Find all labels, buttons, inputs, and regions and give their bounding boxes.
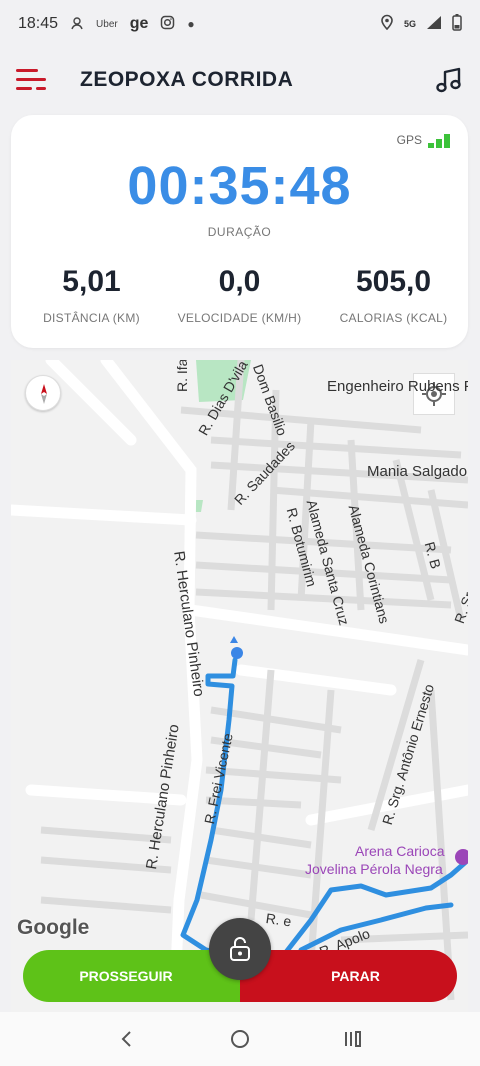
music-note-icon[interactable] <box>434 65 464 95</box>
speed-label: VELOCIDADE (KM/H) <box>177 311 302 325</box>
poi-label[interactable]: Jovelina Pérola Negra <box>305 860 443 878</box>
speed-metric: 0,0 VELOCIDADE (KM/H) <box>171 265 308 325</box>
recents-icon[interactable] <box>333 1019 373 1059</box>
place-label: Mania Salgado <box>367 463 468 480</box>
place-label: Engenheiro Rubens P <box>327 378 468 395</box>
distance-metric: 5,01 DISTÂNCIA (KM) <box>29 265 154 325</box>
calories-value: 505,0 <box>355 265 432 298</box>
street-label: R. e <box>264 910 293 930</box>
map-canvas <box>11 360 468 1001</box>
system-nav-bar <box>0 1012 480 1066</box>
notification-icon <box>70 16 84 33</box>
distance-label: DISTÂNCIA (KM) <box>43 311 140 325</box>
instagram-icon <box>160 15 175 33</box>
speed-value: 0,0 <box>218 265 261 298</box>
location-icon <box>380 14 394 34</box>
stats-card: GPS 00:35:48 DURAÇÃO 5,01 DISTÂNCIA (KM)… <box>11 115 468 348</box>
status-bar: 18:45 Uber ge ● 5G <box>0 0 480 48</box>
gps-signal-icon <box>428 134 450 148</box>
calories-metric: 505,0 CALORIAS (KCAL) <box>331 265 456 325</box>
calories-label: CALORIAS (KCAL) <box>339 311 448 325</box>
street-label: R. Ifa <box>174 360 190 392</box>
gps-indicator: GPS <box>397 133 450 148</box>
app-title: ZEOPOXA CORRIDA <box>80 68 294 91</box>
google-logo: Google <box>17 916 90 939</box>
duration-value: 00:35:48 <box>127 156 352 216</box>
battery-icon <box>452 13 462 35</box>
network-type-label: 5G <box>403 19 416 29</box>
stop-button[interactable]: PARAR <box>240 950 457 1002</box>
distance-value: 5,01 <box>62 265 121 298</box>
uber-notification-icon: Uber <box>96 18 118 30</box>
duration-label: DURAÇÃO <box>207 225 272 239</box>
route-map[interactable]: R. Ifa R. Dias D'vila Dom Basilio R. Sau… <box>11 360 468 1012</box>
hamburger-menu-icon[interactable] <box>16 66 48 94</box>
status-time: 18:45 <box>18 15 59 32</box>
ge-notification-icon: ge <box>129 15 149 32</box>
unlock-icon[interactable] <box>209 918 271 980</box>
compass-icon[interactable] <box>25 375 61 411</box>
home-circle-icon[interactable] <box>220 1019 260 1059</box>
more-notifications-icon: ● <box>187 17 195 31</box>
back-chevron-icon[interactable] <box>107 1019 147 1059</box>
app-bar: ZEOPOXA CORRIDA <box>0 52 480 108</box>
signal-icon <box>426 15 442 34</box>
gps-label: GPS <box>396 133 422 147</box>
poi-label[interactable]: Arena Carioca <box>355 842 445 860</box>
